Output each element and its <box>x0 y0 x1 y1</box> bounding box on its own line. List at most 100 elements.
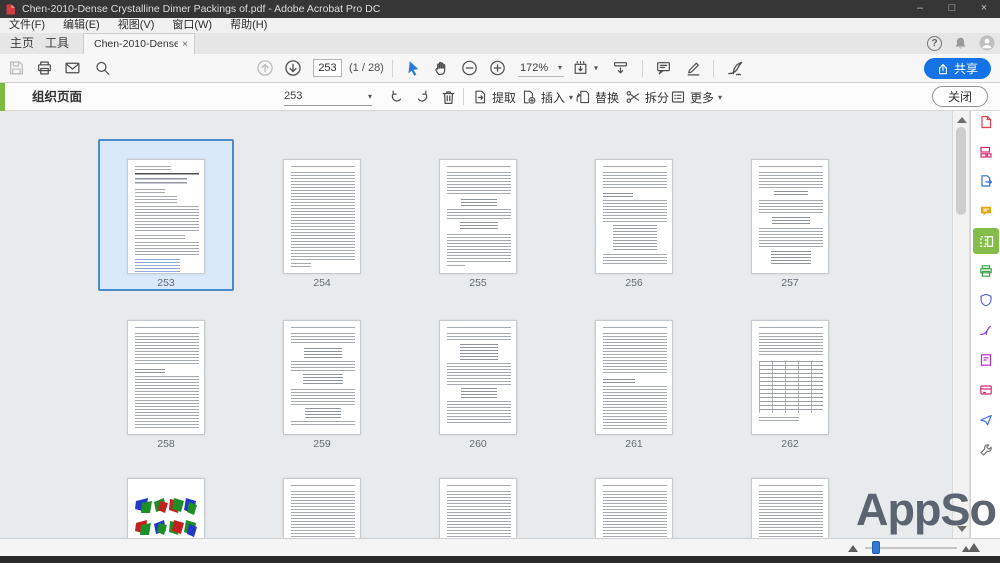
page-257-preview <box>751 159 829 274</box>
page-number-label: 258 <box>157 438 175 450</box>
close-button[interactable]: × <box>968 0 1000 18</box>
page-number-label: 257 <box>781 277 799 289</box>
create-pdf-icon[interactable] <box>973 109 999 135</box>
tab-home[interactable]: 主页 <box>10 33 34 54</box>
page-range-dropdown[interactable]: ▾ <box>284 87 372 106</box>
page-260-preview <box>439 320 517 435</box>
share-label: 共享 <box>954 60 978 77</box>
email-icon[interactable] <box>64 60 81 77</box>
sign-quill-icon[interactable] <box>726 59 744 77</box>
save-icon[interactable] <box>8 60 25 77</box>
insert-pages-button[interactable]: 插入 ▾ <box>521 83 573 111</box>
acrobat-app-icon <box>5 4 16 15</box>
page-thumbnail-262[interactable]: 262 <box>722 300 858 452</box>
insert-label: 插入 <box>541 89 565 106</box>
edit-pdf-icon[interactable] <box>973 377 999 403</box>
comment-icon[interactable] <box>655 60 672 77</box>
page-thumbnail-254[interactable]: 254 <box>254 139 390 291</box>
account-avatar[interactable] <box>979 35 995 51</box>
menu-window[interactable]: 窗口(W) <box>163 18 221 33</box>
page-thumbnail-264[interactable] <box>254 458 390 538</box>
zoom-larger-icon[interactable] <box>968 543 980 552</box>
page-thumbnail-267[interactable] <box>722 458 858 538</box>
page-thumbnail-255[interactable]: 255 <box>410 139 546 291</box>
select-tool-icon[interactable] <box>405 60 422 77</box>
more-grid-icon <box>670 89 686 105</box>
fit-width-icon[interactable] <box>612 60 629 77</box>
share-button[interactable]: 共享 <box>924 58 991 79</box>
page-thumbnail-265[interactable] <box>410 458 546 538</box>
toolbar-divider <box>463 88 464 105</box>
protect-shield-icon[interactable] <box>973 287 999 313</box>
organize-pages-icon[interactable] <box>973 228 999 254</box>
menu-help[interactable]: 帮助(H) <box>221 18 276 33</box>
vertical-scrollbar[interactable] <box>952 111 970 538</box>
page-number-input[interactable] <box>313 59 342 77</box>
previous-page-icon[interactable] <box>256 59 274 77</box>
tab-tools[interactable]: 工具 <box>45 33 69 54</box>
watermark: AppSo <box>856 484 996 536</box>
scan-ocr-icon[interactable] <box>973 258 999 284</box>
page-range-value[interactable] <box>284 90 344 102</box>
delete-pages-icon[interactable] <box>440 83 457 111</box>
chevron-down-icon: ▾ <box>718 93 722 102</box>
fill-sign-icon[interactable] <box>973 317 999 343</box>
export-pdf-icon[interactable] <box>973 168 999 194</box>
page-thumbnail-256[interactable]: 256 <box>566 139 702 291</box>
page-thumbnail-253[interactable]: 253 <box>98 139 234 291</box>
send-review-icon[interactable] <box>973 407 999 433</box>
notifications-bell-icon[interactable] <box>953 36 968 51</box>
extract-pages-button[interactable]: 提取 <box>472 83 516 111</box>
rotate-ccw-icon[interactable] <box>388 83 405 111</box>
highlight-pen-icon[interactable] <box>685 60 702 77</box>
more-options-button[interactable]: 更多 ▾ <box>670 83 722 111</box>
rotate-cw-icon[interactable] <box>414 83 431 111</box>
page-265-preview <box>439 478 517 538</box>
print-icon[interactable] <box>36 60 53 77</box>
zoom-slider-thumb[interactable] <box>872 541 880 554</box>
page-thumbnail-261[interactable]: 261 <box>566 300 702 452</box>
combine-files-icon[interactable] <box>973 139 999 165</box>
hand-tool-icon[interactable] <box>433 60 450 77</box>
page-255-preview <box>439 159 517 274</box>
page-258-preview <box>127 320 205 435</box>
page-thumbnail-260[interactable]: 260 <box>410 300 546 452</box>
page-thumbnail-266[interactable] <box>566 458 702 538</box>
menu-file[interactable]: 文件(F) <box>0 18 54 33</box>
scroll-up-icon[interactable] <box>957 117 967 123</box>
page-256-preview <box>595 159 673 274</box>
zoom-in-icon[interactable] <box>489 60 506 77</box>
page-number-label: 253 <box>157 277 175 289</box>
tab-close-icon[interactable]: × <box>182 39 188 50</box>
page-display-caret-icon[interactable]: ▾ <box>594 64 598 73</box>
menu-bar: 文件(F) 编辑(E) 视图(V) 窗口(W) 帮助(H) <box>0 18 1000 33</box>
zoom-out-icon[interactable] <box>461 60 478 77</box>
zoom-smaller-icon[interactable] <box>848 545 858 552</box>
page-display-icon[interactable] <box>572 60 589 77</box>
tab-document[interactable]: Chen-2010-Dense ... × <box>83 33 195 54</box>
page-thumbnail-257[interactable]: 257 <box>722 139 858 291</box>
split-label: 拆分 <box>645 89 669 106</box>
more-tools-icon[interactable] <box>973 437 999 463</box>
split-document-button[interactable]: 拆分 <box>625 83 669 111</box>
minimize-button[interactable]: – <box>904 0 936 18</box>
maximize-button[interactable]: □ <box>936 0 968 18</box>
comment-tool-icon[interactable] <box>973 198 999 224</box>
menu-view[interactable]: 视图(V) <box>109 18 164 33</box>
close-organize-label: 关闭 <box>948 88 972 105</box>
next-page-icon[interactable] <box>284 59 302 77</box>
zoom-level-dropdown[interactable]: 172% ▾ <box>518 59 564 77</box>
menu-edit[interactable]: 编辑(E) <box>54 18 109 33</box>
page-thumbnail-259[interactable]: 259 <box>254 300 390 452</box>
close-organize-button[interactable]: 关闭 <box>932 86 988 107</box>
search-icon[interactable] <box>94 60 111 77</box>
replace-pages-button[interactable]: 替换 <box>575 83 619 111</box>
page-267-preview <box>751 478 829 538</box>
chevron-down-icon: ▾ <box>558 63 562 72</box>
page-thumbnail-258[interactable]: 258 <box>98 300 234 452</box>
page-thumbnail-263[interactable] <box>98 458 234 538</box>
help-icon[interactable]: ? <box>927 36 942 51</box>
page-number-label: 261 <box>625 438 643 450</box>
prepare-form-icon[interactable] <box>973 347 999 373</box>
scrollbar-thumb[interactable] <box>956 127 966 215</box>
